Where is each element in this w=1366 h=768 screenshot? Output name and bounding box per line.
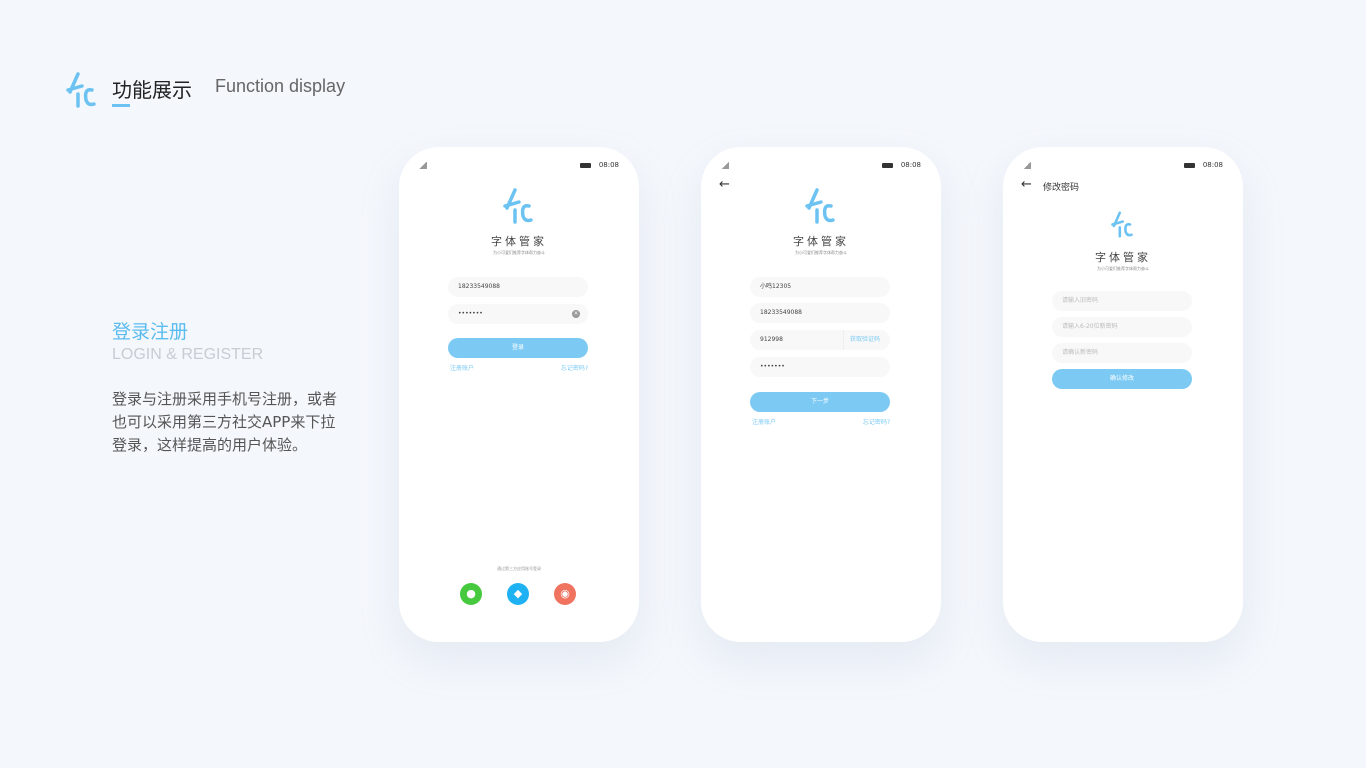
register-link[interactable]: 注册账户 <box>752 417 776 426</box>
third-party-label: 通过第三方应用账号登录 <box>497 566 541 571</box>
clear-icon[interactable]: × <box>572 310 580 318</box>
signal-icon <box>721 162 729 169</box>
brand-slogan: 为小可爱们推荐字体帮力奋斗 <box>1097 266 1149 271</box>
username-input[interactable]: 小鸣12305 <box>750 277 890 297</box>
confirm-change-button[interactable]: 确认修改 <box>1052 369 1192 389</box>
status-bar: 08:08 <box>419 161 619 171</box>
password-input[interactable]: ••••••• <box>750 357 890 377</box>
password-input[interactable]: ••••••• × <box>448 304 588 324</box>
brand-slogan: 为小可爱们推荐字体帮力奋斗 <box>493 250 545 255</box>
back-arrow-icon[interactable]: ← <box>1021 177 1032 192</box>
battery-icon <box>1184 163 1195 168</box>
weibo-icon[interactable]: ◉ <box>554 583 576 605</box>
brand-slogan: 为小可爱们推荐字体帮力奋斗 <box>795 250 847 255</box>
qq-icon[interactable]: ◆ <box>507 583 529 605</box>
forgot-password-link[interactable]: 忘记密码? <box>561 363 588 372</box>
section-subtitle: LOGIN & REGISTER <box>112 346 264 363</box>
register-link[interactable]: 注册账户 <box>450 363 474 372</box>
signal-icon <box>419 162 427 169</box>
status-time: 08:08 <box>900 161 921 169</box>
login-button[interactable]: 登录 <box>448 338 588 358</box>
signal-icon <box>1023 162 1031 169</box>
section-title: 登录注册 <box>112 321 189 343</box>
header-title-en: Function display <box>215 76 346 96</box>
code-input[interactable]: 912998 获取验证码 <box>750 330 890 350</box>
status-bar: 08:08 <box>1023 161 1223 171</box>
confirm-password-input[interactable]: 请确认新密码 <box>1052 343 1192 363</box>
app-logo-icon <box>66 72 96 108</box>
header-title-cn: 功能展示 <box>112 78 192 102</box>
phone-input[interactable]: 18233549088 <box>750 303 890 323</box>
back-arrow-icon[interactable]: ← <box>719 177 730 192</box>
new-password-input[interactable]: 请输入6-20位新密码 <box>1052 317 1192 337</box>
phone-register-screen: 08:08 ← 字体管家 为小可爱们推荐字体帮力奋斗 小鸣12305 18233… <box>701 147 941 642</box>
status-time: 08:08 <box>1202 161 1223 169</box>
battery-icon <box>580 163 591 168</box>
app-logo-icon <box>503 188 533 224</box>
code-value: 912998 <box>760 336 783 343</box>
old-password-input[interactable]: 请输入旧密码 <box>1052 291 1192 311</box>
brand-name: 字体管家 <box>793 235 849 248</box>
phone-input[interactable]: 18233549088 <box>448 277 588 297</box>
app-logo-icon <box>1111 211 1133 238</box>
app-logo-icon <box>805 188 835 224</box>
forgot-password-link[interactable]: 忘记密码? <box>863 417 890 426</box>
phone-login-screen: 08:08 字体管家 为小可爱们推荐字体帮力奋斗 18233549088 •••… <box>399 147 639 642</box>
next-button[interactable]: 下一步 <box>750 392 890 412</box>
phone-change-password-screen: 08:08 ← 修改密码 字体管家 为小可爱们推荐字体帮力奋斗 请输入旧密码 请… <box>1003 147 1243 642</box>
status-time: 08:08 <box>598 161 619 169</box>
brand-name: 字体管家 <box>1095 251 1151 264</box>
battery-icon <box>882 163 893 168</box>
header-underline <box>112 104 130 107</box>
section-description: 登录与注册采用手机号注册，或者也可以采用第三方社交APP来下拉登录，这样提高的用… <box>112 390 338 454</box>
page-title: 修改密码 <box>1043 183 1080 193</box>
brand-name: 字体管家 <box>491 235 547 248</box>
wechat-icon[interactable]: ● <box>460 583 482 605</box>
password-value: ••••••• <box>458 310 483 317</box>
status-bar: 08:08 <box>721 161 921 171</box>
get-code-button[interactable]: 获取验证码 <box>842 330 880 350</box>
